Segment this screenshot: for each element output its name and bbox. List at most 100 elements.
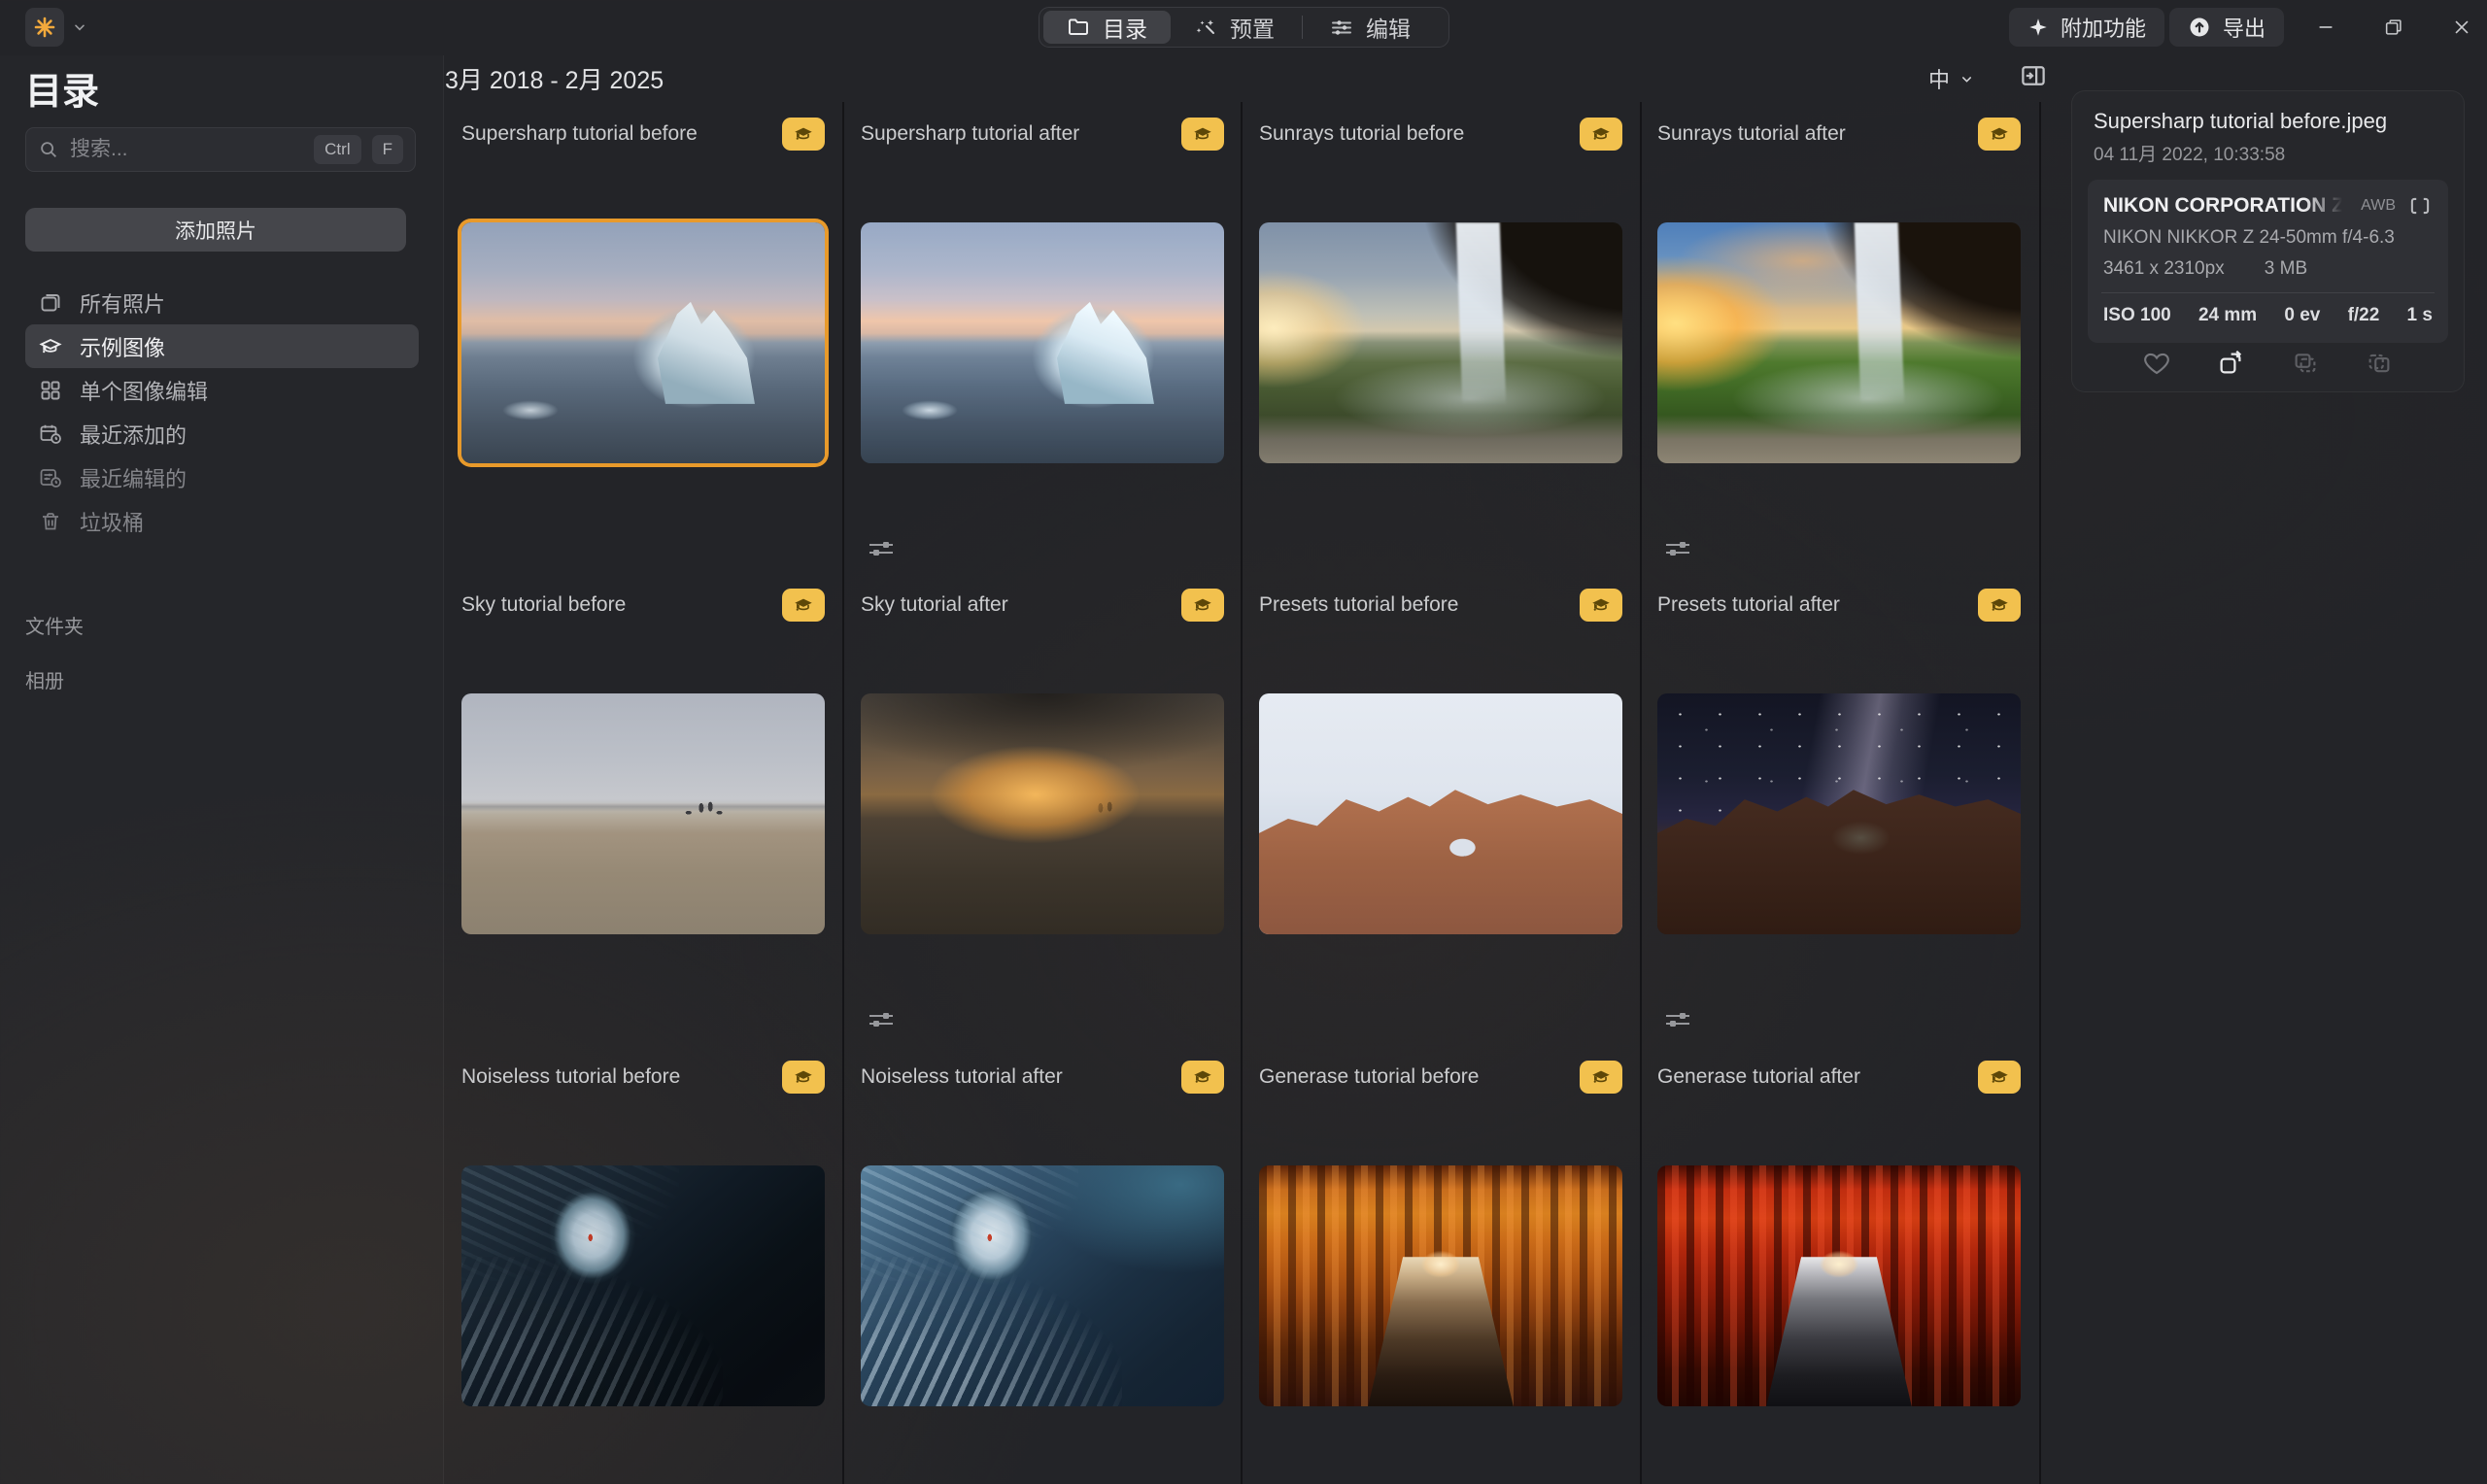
photo-title: Presets tutorial after: [1657, 593, 1840, 617]
photo-cell: Noiseless tutorial after: [861, 1050, 1224, 1484]
photo-grid: 3月 2018 - 2月 2025 中 Supersharp tutorial …: [445, 55, 2072, 1484]
sidebar-item-single-image-edits[interactable]: 单个图像编辑: [25, 368, 419, 412]
tutorial-badge-icon: [1978, 1061, 2021, 1094]
photo-thumbnail[interactable]: [861, 1165, 1224, 1406]
search-box[interactable]: Ctrl F: [25, 127, 416, 172]
photo-actions: [2072, 349, 2464, 378]
rotate-icon[interactable]: [2216, 349, 2245, 378]
sliders-clock-icon: [39, 466, 62, 489]
sidebar-item-recently-added[interactable]: 最近添加的: [25, 412, 419, 455]
main-tabs: 目录 预置 编辑: [1039, 7, 1449, 48]
photo-cell: Supersharp tutorial before: [461, 107, 825, 579]
photo-thumbnail[interactable]: [461, 222, 825, 463]
photo-title: Generase tutorial before: [1259, 1065, 1479, 1089]
photo-cell: Sky tutorial before: [461, 578, 825, 1050]
restore-button[interactable]: [2372, 10, 2415, 45]
sidebar-item-trash[interactable]: 垃圾桶: [25, 499, 419, 543]
photo-cell: Noiseless tutorial before: [461, 1050, 825, 1484]
tab-label: 目录: [1103, 11, 1147, 44]
add-photos-button[interactable]: 添加照片: [25, 208, 406, 252]
export-button[interactable]: 导出: [2169, 8, 2284, 47]
photos-stack-icon: [39, 291, 62, 315]
photo-cell: Presets tutorial after: [1657, 578, 2021, 1050]
exif-shutter: 1 s: [2407, 305, 2433, 326]
exif-card: NIKON CORPORATION Z AWB NIKON NIKKOR Z 2…: [2088, 180, 2448, 343]
export-icon: [2188, 16, 2211, 39]
white-balance-label: AWB: [2361, 197, 2396, 215]
photo-cell: Generase tutorial after: [1657, 1050, 2021, 1484]
sidebar-item-sample-images[interactable]: 示例图像: [25, 324, 419, 368]
tutorial-badge-icon: [782, 1061, 825, 1094]
photo-thumbnail[interactable]: [1657, 222, 2021, 463]
expand-brackets-icon[interactable]: [2407, 193, 2433, 219]
app-logo-button[interactable]: [25, 8, 64, 47]
tab-presets[interactable]: 预置: [1171, 11, 1298, 44]
sliders-icon: [1330, 16, 1353, 39]
asterisk-star-icon: [33, 16, 56, 39]
photo-thumbnail[interactable]: [1657, 693, 2021, 934]
sparkle-icon: [2027, 17, 2049, 38]
sidebar-item-label: 最近添加的: [80, 419, 187, 450]
sidebar-section-albums[interactable]: 相册: [25, 665, 64, 693]
thumbnail-size-selector[interactable]: 中: [1928, 63, 1974, 94]
exif-exposure-bias: 0 ev: [2284, 305, 2320, 326]
favorite-heart-icon[interactable]: [2142, 349, 2171, 378]
tutorial-badge-icon: [1181, 589, 1224, 622]
sidebar-section-folders[interactable]: 文件夹: [25, 611, 84, 639]
folder-icon: [1067, 16, 1090, 39]
sidebar-item-label: 所有照片: [80, 287, 165, 319]
tutorial-badge-icon: [1580, 589, 1622, 622]
minimize-button[interactable]: [2304, 10, 2347, 45]
tab-divider: [1302, 16, 1303, 39]
tab-catalog[interactable]: 目录: [1043, 11, 1171, 44]
text-fade: [2304, 194, 2349, 218]
export-label: 导出: [2223, 12, 2266, 43]
graduation-cap-icon: [39, 335, 62, 358]
copy-adjustments-icon[interactable]: [2291, 349, 2320, 378]
photo-title: Supersharp tutorial before: [461, 122, 698, 146]
shortcut-key-ctrl: Ctrl: [314, 135, 360, 164]
photo-title: Sunrays tutorial after: [1657, 122, 1846, 146]
photo-thumbnail[interactable]: [1657, 1165, 2021, 1406]
info-filename: Supersharp tutorial before.jpeg: [2072, 91, 2464, 134]
photo-thumbnail[interactable]: [861, 222, 1224, 463]
collapse-panel-icon[interactable]: [2019, 61, 2048, 90]
tutorial-badge-icon: [1580, 118, 1622, 151]
edited-indicator-icon: [867, 537, 896, 560]
search-input[interactable]: [70, 138, 303, 161]
photo-title: Noiseless tutorial before: [461, 1065, 680, 1089]
photo-thumbnail[interactable]: [861, 693, 1224, 934]
app-menu-chevron-icon[interactable]: [72, 19, 87, 35]
top-bar: 目录 预置 编辑 附加功能 导出: [0, 0, 2487, 55]
photo-cell: Presets tutorial before: [1259, 578, 1622, 1050]
sidebar: 目录 Ctrl F 添加照片 所有照片 示例图像 单个图像编辑: [0, 55, 444, 1484]
edited-indicator-icon: [1663, 1008, 1692, 1031]
photo-title: Supersharp tutorial after: [861, 122, 1079, 146]
column-divider: [842, 102, 844, 1484]
exif-aperture: f/22: [2348, 305, 2380, 326]
tutorial-badge-icon: [1181, 1061, 1224, 1094]
exif-focal-length: 24 mm: [2198, 305, 2257, 326]
tutorial-badge-icon: [1978, 118, 2021, 151]
photo-thumbnail[interactable]: [1259, 222, 1622, 463]
tab-label: 预置: [1230, 11, 1275, 44]
sidebar-item-all-photos[interactable]: 所有照片: [25, 281, 419, 324]
column-divider: [1640, 102, 1642, 1484]
photo-thumbnail[interactable]: [461, 693, 825, 934]
calendar-clock-icon: [39, 422, 62, 446]
magic-wand-icon: [1194, 16, 1217, 39]
photo-cell: Sky tutorial after: [861, 578, 1224, 1050]
photo-thumbnail[interactable]: [461, 1165, 825, 1406]
photo-thumbnail[interactable]: [1259, 1165, 1622, 1406]
lens-name: NIKON NIKKOR Z 24-50mm f/4-6.3: [2088, 219, 2448, 249]
grid-icon: [39, 379, 62, 402]
extras-button[interactable]: 附加功能: [2009, 8, 2164, 47]
camera-name-wrap: NIKON CORPORATION Z: [2103, 194, 2349, 218]
sidebar-item-label: 最近编辑的: [80, 462, 187, 493]
paste-adjustments-icon[interactable]: [2365, 349, 2394, 378]
sidebar-item-recently-edited[interactable]: 最近编辑的: [25, 455, 419, 499]
photo-thumbnail[interactable]: [1259, 693, 1622, 934]
close-button[interactable]: [2440, 10, 2483, 45]
exif-iso: ISO 100: [2103, 305, 2171, 326]
tab-edit[interactable]: 编辑: [1307, 11, 1434, 44]
